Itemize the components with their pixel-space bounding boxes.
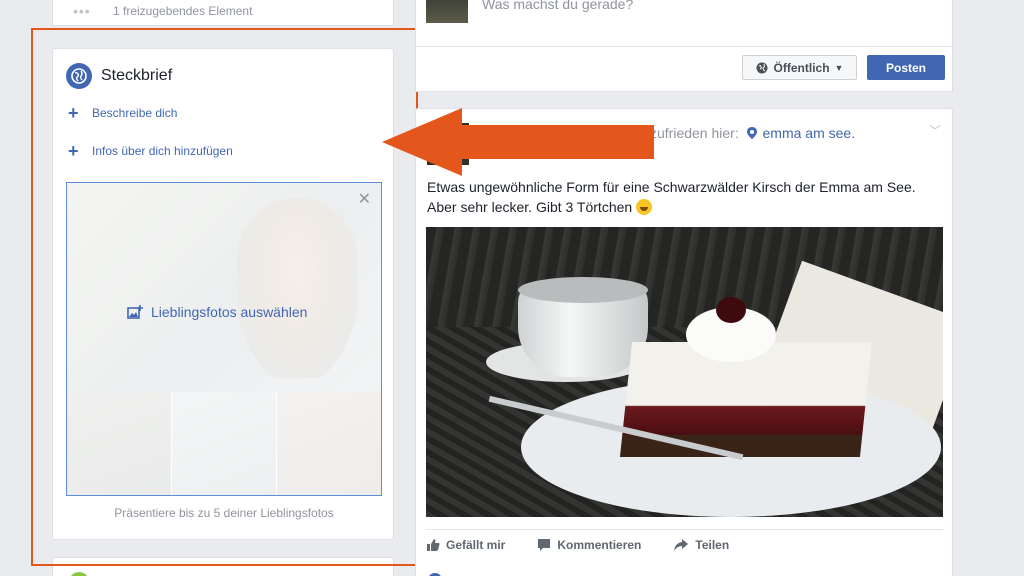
smile-emoji-icon (636, 199, 653, 215)
comment-button[interactable]: Kommentieren (537, 538, 641, 552)
plus-icon: + (68, 141, 79, 161)
avatar[interactable] (426, 0, 468, 23)
select-featured-photos-label: Lieblingsfotos auswählen (151, 304, 308, 320)
post-composer: Was machst du gerade? Öffentlich ▼ Poste… (415, 0, 953, 92)
add-info-label: Infos über dich hinzufügen (92, 144, 233, 158)
feed-post: zufrieden hier: emma am see. ﹀ Etwas ung… (415, 108, 953, 576)
pending-items-card[interactable]: ••• 1 freizugebendes Element (52, 0, 394, 26)
section-icon (69, 572, 89, 576)
privacy-label: Öffentlich (773, 60, 830, 75)
privacy-selector[interactable]: Öffentlich ▼ (742, 55, 857, 80)
post-actions: Gefällt mir Kommentieren Teilen (426, 529, 943, 552)
share-icon (674, 539, 689, 551)
feeling-text: zufrieden hier: (650, 125, 739, 141)
more-dots-icon: ••• (73, 3, 91, 19)
intro-title: Steckbrief (101, 67, 173, 84)
globe-icon (756, 62, 768, 73)
intro-header: Steckbrief (66, 63, 172, 89)
describe-yourself-link[interactable]: + Beschreibe dich (68, 103, 178, 123)
chevron-down-icon[interactable]: ﹀ (929, 122, 941, 139)
select-featured-photos-button[interactable]: Lieblingsfotos auswählen (127, 304, 307, 320)
post-text-content: Etwas ungewöhnliche Form für eine Schwar… (427, 179, 916, 215)
like-label: Gefällt mir (446, 538, 506, 552)
intro-card: Steckbrief + Beschreibe dich + Infos übe… (52, 48, 394, 540)
share-button[interactable]: Teilen (673, 538, 729, 552)
post-feeling: zufrieden hier: emma am see. (650, 125, 855, 141)
left-column: ••• 1 freizugebendes Element Steckbrief … (52, 0, 394, 576)
close-icon[interactable]: ✕ (358, 189, 371, 209)
share-label: Teilen (695, 538, 730, 552)
featured-photos-caption: Präsentiere bis zu 5 deiner Lieblingsfot… (114, 506, 334, 520)
place-link[interactable]: emma am see. (763, 125, 856, 141)
post-text: Etwas ungewöhnliche Form für eine Schwar… (427, 177, 937, 217)
globe-icon (66, 63, 92, 89)
pending-items-text: 1 freizugebendes Element (113, 4, 253, 18)
comment-icon (538, 539, 551, 551)
comment-label: Kommentieren (557, 538, 642, 552)
featured-photos-box[interactable]: ✕ Lieblingsfotos auswählen (66, 182, 382, 496)
add-info-link[interactable]: + Infos über dich hinzufügen (68, 141, 233, 161)
avatar[interactable] (427, 123, 469, 165)
describe-yourself-label: Beschreibe dich (92, 106, 178, 120)
next-card (52, 557, 394, 576)
photo-add-icon (127, 305, 143, 319)
composer-input[interactable]: Was machst du gerade? (482, 0, 633, 12)
divider (416, 46, 952, 47)
post-photo[interactable] (426, 227, 943, 517)
location-pin-icon (746, 127, 757, 139)
plus-icon: + (68, 103, 79, 123)
post-button[interactable]: Posten (867, 55, 945, 80)
chevron-down-icon: ▼ (834, 62, 844, 73)
photo-overlay (67, 183, 381, 495)
like-button[interactable]: Gefällt mir (426, 538, 505, 552)
like-icon (427, 539, 440, 551)
